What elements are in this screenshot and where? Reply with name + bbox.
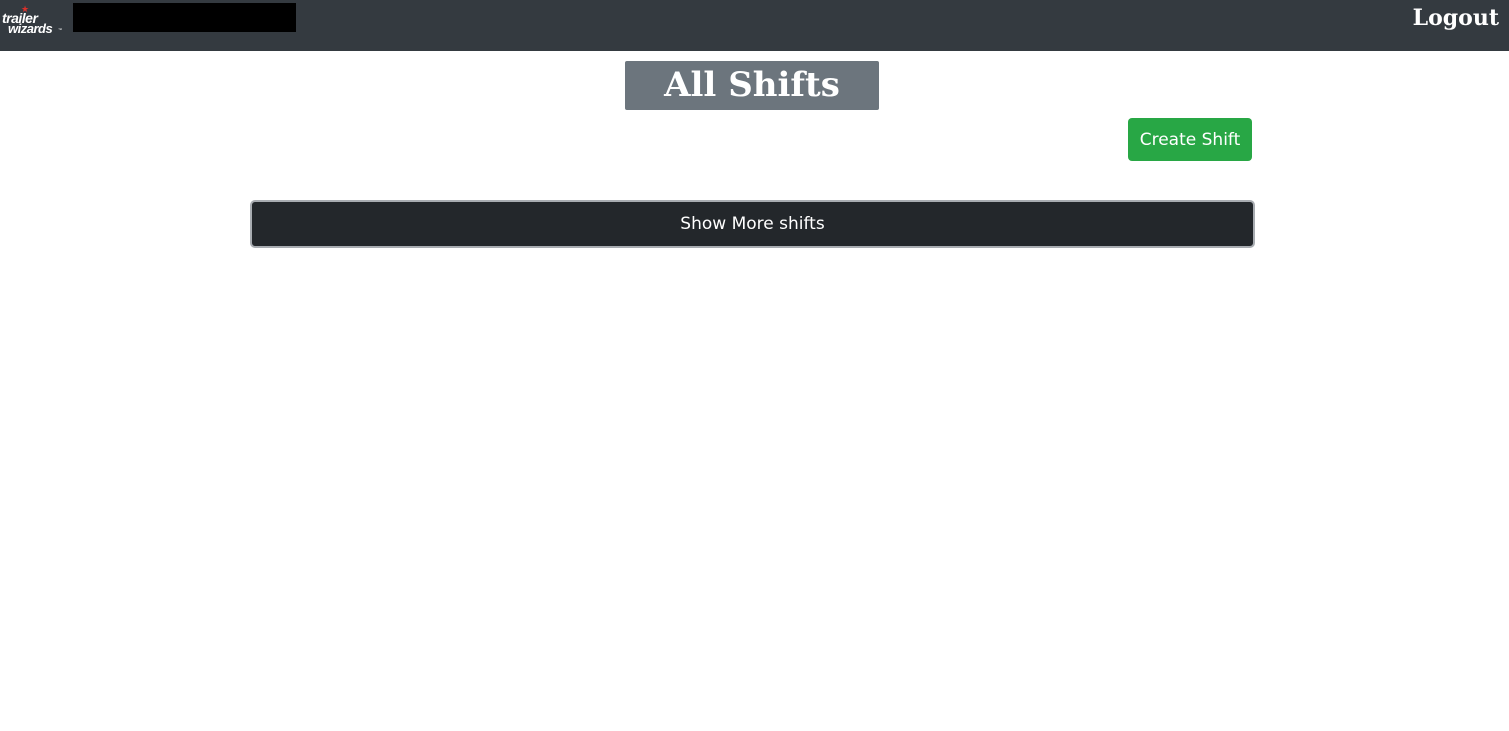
redacted-region <box>73 3 296 32</box>
create-shift-button[interactable]: Create Shift <box>1128 118 1252 161</box>
top-navbar: ★ trailer wizards ™ Logout <box>0 0 1509 51</box>
trailer-wizards-logo[interactable]: ★ trailer wizards ™ <box>2 5 62 37</box>
show-more-shifts-button[interactable]: Show More shifts <box>250 200 1255 248</box>
logo-text-line2: wizards <box>8 21 53 36</box>
trademark-mark: ™ <box>58 27 62 32</box>
page-title: All Shifts <box>625 61 879 110</box>
logout-link[interactable]: Logout <box>1413 5 1499 31</box>
